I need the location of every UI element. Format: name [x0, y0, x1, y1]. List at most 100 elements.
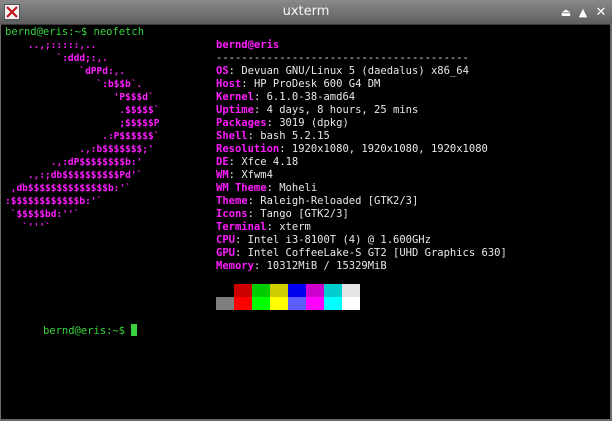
info-colon: :: [228, 169, 242, 181]
info-row-wm-theme: WM Theme: Moheli: [216, 182, 507, 195]
info-value: 4 days, 8 hours, 25 mins: [266, 104, 419, 116]
info-key: GPU: [216, 247, 235, 259]
palette-swatch-top-6: [324, 284, 342, 297]
separator-line: ----------------------------------------: [216, 52, 469, 64]
info-colon: :: [234, 247, 248, 259]
palette-swatch-top-7: [342, 284, 360, 297]
info-key: Memory: [216, 260, 254, 272]
palette-swatch-bottom-2: [252, 297, 270, 310]
info-value: 3019 (dpkg): [279, 117, 349, 129]
info-key: DE: [216, 156, 229, 168]
info-row-host: Host: HP ProDesk 600 G4 DM: [216, 78, 507, 91]
info-value: Moheli: [279, 182, 318, 194]
info-colon: :: [279, 143, 292, 155]
active-prompt-line[interactable]: bernd@eris:~$: [5, 311, 138, 337]
info-row-wm: WM: Xfwm4: [216, 169, 507, 182]
palette-swatch-top-5: [306, 284, 324, 297]
palette-swatch-top-4: [288, 284, 306, 297]
palette-swatch-top-0: [216, 284, 234, 297]
info-value: 10312MiB / 15329MiB: [266, 260, 387, 272]
info-colon: :: [234, 234, 248, 246]
palette-swatch-top-3: [270, 284, 288, 297]
info-value: HP ProDesk 600 G4 DM: [253, 78, 381, 90]
palette-swatch-bottom-4: [288, 297, 306, 310]
info-row-shell: Shell: bash 5.2.15: [216, 130, 507, 143]
info-colon: :: [241, 78, 254, 90]
ascii-art-line: :$$$$$$$$$$$$b:'`: [5, 196, 103, 207]
info-value: 1920x1080, 1920x1080, 1920x1080: [291, 143, 488, 155]
info-row-kernel: Kernel: 6.1.0-38-amd64: [216, 91, 507, 104]
palette-swatch-bottom-0: [216, 297, 234, 310]
info-colon: :: [228, 65, 242, 77]
info-key: Icons: [216, 208, 248, 220]
info-row-cpu: CPU: Intel i3-8100T (4) @ 1.600GHz: [216, 234, 507, 247]
info-value: Xfce 4.18: [241, 156, 299, 168]
info-value: 6.1.0-38-amd64: [266, 91, 356, 103]
info-key: Kernel: [216, 91, 254, 103]
ascii-art-line: .$$$$$`: [5, 105, 160, 116]
info-key: WM: [216, 169, 229, 181]
palette-swatch-bottom-5: [306, 297, 324, 310]
palette-swatch-bottom-3: [270, 297, 288, 310]
info-row-os: OS: Devuan GNU/Linux 5 (daedalus) x86_64: [216, 65, 507, 78]
ascii-art-line: 'P$$$d`: [5, 92, 154, 103]
info-key: Host: [216, 78, 242, 90]
info-row-icons: Icons: Tango [GTK2/3]: [216, 208, 507, 221]
text-cursor: [131, 324, 138, 336]
color-palette: [216, 284, 360, 310]
info-key: Packages: [216, 117, 267, 129]
info-row-resolution: Resolution: 1920x1080, 1920x1080, 1920x1…: [216, 143, 507, 156]
ascii-art-line: `$$$$$bd:''`: [5, 209, 80, 220]
palette-swatch-bottom-6: [324, 297, 342, 310]
ascii-art-line: .:P$$$$$$`: [5, 131, 160, 142]
info-key: Resolution: [216, 143, 280, 155]
info-value: Devuan GNU/Linux 5 (daedalus) x86_64: [241, 65, 469, 77]
info-colon: :: [247, 130, 261, 142]
palette-swatch-bottom-7: [342, 297, 360, 310]
info-colon: :: [228, 156, 242, 168]
terminal-window: uxterm ⏏ ▲ ✕ bernd@eris:~$ neofetch ..,;…: [0, 0, 612, 421]
ascii-art-line: ,db$$$$$$$$$$$$$$b:'`: [5, 183, 131, 194]
info-key: CPU: [216, 234, 235, 246]
info-row-packages: Packages: 3019 (dpkg): [216, 117, 507, 130]
ascii-art-line: `:b$$b`.: [5, 79, 143, 90]
info-colon: :: [247, 208, 261, 220]
info-value: Raleigh-Reloaded [GTK2/3]: [260, 195, 419, 207]
palette-swatch-top-2: [252, 284, 270, 297]
ascii-art-line: ;$$$$$P: [5, 118, 160, 129]
ascii-art-line: `dPPd:,.: [5, 66, 126, 77]
prompt-text: bernd@eris:~$: [42, 325, 132, 337]
info-row-theme: Theme: Raleigh-Reloaded [GTK2/3]: [216, 195, 507, 208]
info-value: Intel CoffeeLake-S GT2 [UHD Graphics 630…: [247, 247, 507, 259]
info-colon: :: [253, 104, 267, 116]
info-key: Shell: [216, 130, 248, 142]
terminal-area[interactable]: bernd@eris:~$ neofetch ..,;:::::,.. `:dd…: [0, 25, 612, 421]
info-colon: :: [247, 195, 261, 207]
info-key: Theme: [216, 195, 248, 207]
info-colon: :: [253, 260, 267, 272]
window-title: uxterm: [282, 4, 330, 19]
info-key: WM Theme: [216, 182, 267, 194]
ascii-art-line: .,:b$$$$$$$;': [5, 144, 154, 155]
ascii-art-line: .,:dP$$$$$$$$b:': [5, 157, 143, 168]
minimize-button[interactable]: ⏏: [559, 6, 573, 20]
info-value: Tango [GTK2/3]: [260, 208, 349, 220]
info-row-uptime: Uptime: 4 days, 8 hours, 25 mins: [216, 104, 507, 117]
window-border-left: [0, 24, 1, 421]
info-colon: :: [266, 221, 280, 233]
info-key: OS: [216, 65, 229, 77]
info-row-de: DE: Xfce 4.18: [216, 156, 507, 169]
system-info-panel: bernd@eris -----------------------------…: [216, 39, 507, 273]
info-value: xterm: [279, 221, 311, 233]
devuan-ascii-logo: ..,;:::::,.. `:ddd;:,. `dPPd:,. `:b$$b`.…: [5, 39, 159, 234]
info-value: bash 5.2.15: [260, 130, 330, 142]
command-prompt-line: bernd@eris:~$ neofetch: [5, 26, 145, 38]
info-row-memory: Memory: 10312MiB / 15329MiB: [216, 260, 507, 273]
close-button[interactable]: ✕: [594, 6, 608, 20]
info-row-terminal: Terminal: xterm: [216, 221, 507, 234]
maximize-button[interactable]: ▲: [576, 6, 590, 20]
title-bar[interactable]: uxterm ⏏ ▲ ✕: [0, 0, 612, 25]
info-colon: :: [266, 182, 280, 194]
ascii-art-line: `:ddd;:,.: [5, 53, 108, 64]
info-key: Uptime: [216, 104, 254, 116]
